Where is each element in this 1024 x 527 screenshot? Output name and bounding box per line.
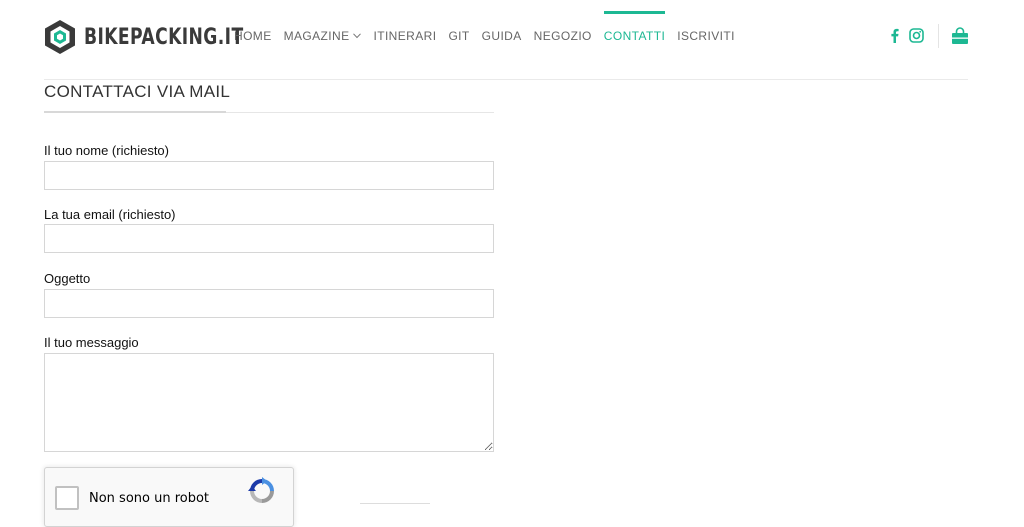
nav-item-label: GIT	[448, 29, 470, 43]
email-label: La tua email (richiesto)	[44, 207, 176, 222]
nav-item-magazine[interactable]: MAGAZINE	[284, 29, 362, 43]
subject-label: Oggetto	[44, 271, 91, 286]
nav-item-negozio[interactable]: NEGOZIO	[534, 29, 592, 43]
email-field[interactable]	[44, 224, 494, 253]
nav-item-home[interactable]: HOME	[234, 29, 272, 43]
social-links	[886, 26, 930, 44]
nav-item-label: ISCRIVITI	[677, 29, 735, 43]
nav-item-contatti[interactable]: CONTATTI	[603, 11, 666, 43]
shopping-bag-icon[interactable]	[950, 26, 970, 46]
recaptcha-label: Non sono un robot	[89, 491, 210, 506]
message-label: Il tuo messaggio	[44, 335, 139, 350]
name-label: Il tuo nome (richiesto)	[44, 143, 169, 158]
nav-item-label: CONTATTI	[603, 29, 666, 43]
name-field[interactable]	[44, 161, 494, 190]
brand-name: BIKEPACKING.IT	[84, 24, 244, 50]
subject-field[interactable]	[44, 289, 494, 318]
nav-item-label: GUIDA	[481, 29, 522, 43]
facebook-icon[interactable]	[886, 26, 902, 44]
message-textarea[interactable]	[44, 353, 494, 452]
nav-item-git[interactable]: GIT	[448, 29, 469, 43]
recaptcha-widget: Non sono un robot	[44, 467, 294, 527]
nav-item-itinerari[interactable]: ITINERARI	[373, 29, 436, 43]
instagram-icon[interactable]	[908, 26, 924, 44]
nav-item-label: ITINERARI	[373, 29, 437, 43]
recaptcha-checkbox[interactable]	[55, 486, 79, 510]
nav-item-label: MAGAZINE	[283, 29, 350, 43]
chevron-down-icon	[353, 33, 362, 39]
main-nav: HOME MAGAZINE ITINERARI GIT GUIDA NEGOZI…	[234, 0, 747, 72]
recaptcha-icon	[248, 477, 274, 503]
nav-item-label: NEGOZIO	[533, 29, 592, 43]
logo-hexagon-icon	[45, 20, 75, 54]
header-divider-line	[44, 79, 968, 80]
header-divider	[938, 24, 939, 48]
site-header: BIKEPACKING.IT HOME MAGAZINE ITINERARI G…	[0, 0, 1024, 80]
nav-item-iscriviti[interactable]: ISCRIVITI	[677, 29, 735, 43]
title-underline-accent	[44, 111, 226, 113]
section-title: CONTATTACI VIA MAIL	[44, 82, 231, 101]
nav-item-guida[interactable]: GUIDA	[482, 29, 522, 43]
nav-item-label: HOME	[234, 29, 272, 43]
submit-button-edge[interactable]	[360, 503, 430, 507]
